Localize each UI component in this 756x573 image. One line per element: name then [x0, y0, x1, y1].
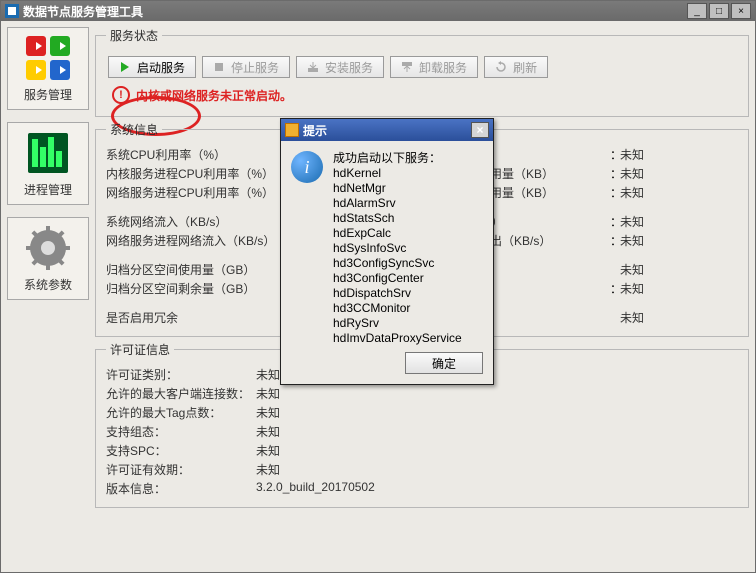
service-status-legend: 服务状态	[106, 27, 162, 44]
service-list: hdKernelhdNetMgrhdAlarmSrvhdStatsSchhdEx…	[333, 166, 462, 346]
system-info-legend: 系统信息	[106, 121, 162, 138]
service-item: hdDispatchSrv	[333, 286, 462, 301]
install-icon	[307, 61, 319, 73]
refresh-icon	[495, 61, 507, 73]
dialog-icon	[285, 123, 299, 137]
service-item: hd3ConfigSyncSvc	[333, 256, 462, 271]
window-title: 数据节点服务管理工具	[23, 3, 687, 20]
service-status-group: 服务状态 启动服务 停止服务 安装服务	[95, 27, 749, 117]
sidebar-item-label: 系统参数	[24, 276, 72, 293]
dialog-footer: 确定	[281, 352, 493, 384]
dialog-titlebar: 提示 ×	[281, 119, 493, 141]
sidebar-item-label: 服务管理	[24, 86, 72, 103]
titlebar: 数据节点服务管理工具 _ □ ×	[1, 1, 755, 21]
service-item: hdKernel	[333, 166, 462, 181]
service-item: hdAlarmSrv	[333, 196, 462, 211]
uninstall-service-button[interactable]: 卸载服务	[390, 56, 478, 78]
uninstall-icon	[401, 61, 413, 73]
license-grid: 许可证类别：未知 允许的最大客户端连接数：未知 允许的最大Tag点数：未知 支持…	[106, 366, 738, 497]
play-icon	[119, 61, 131, 73]
service-item: hd3CCMonitor	[333, 301, 462, 316]
service-item: hdImvDataProxyService	[333, 331, 462, 346]
start-service-button[interactable]: 启动服务	[108, 56, 196, 78]
dialog: 提示 × i 成功启动以下服务： hdKernelhdNetMgrhdAlarm…	[280, 118, 494, 385]
service-item: hdStatsSch	[333, 211, 462, 226]
service-item: hdSysInfoSvc	[333, 241, 462, 256]
sidebar-item-process-mgmt[interactable]: 进程管理	[7, 122, 89, 205]
error-icon: !	[112, 86, 130, 104]
app-icon	[5, 4, 19, 18]
process-icon	[24, 129, 72, 177]
maximize-button[interactable]: □	[709, 3, 729, 19]
error-message: ! 内核或网络服务未正常启动。	[112, 86, 738, 104]
sidebar-item-service-mgmt[interactable]: 服务管理	[7, 27, 89, 110]
window-controls: _ □ ×	[687, 3, 751, 19]
recycle-icon	[24, 34, 72, 82]
info-icon: i	[291, 151, 323, 183]
dialog-body: i 成功启动以下服务： hdKernelhdNetMgrhdAlarmSrvhd…	[281, 141, 493, 352]
stop-service-button[interactable]: 停止服务	[202, 56, 290, 78]
close-button[interactable]: ×	[731, 3, 751, 19]
license-info-legend: 许可证信息	[106, 341, 174, 358]
minimize-button[interactable]: _	[687, 3, 707, 19]
sidebar-item-label: 进程管理	[24, 181, 72, 198]
stop-icon	[213, 61, 225, 73]
dialog-close-button[interactable]: ×	[471, 122, 489, 138]
dialog-message: 成功启动以下服务： hdKernelhdNetMgrhdAlarmSrvhdSt…	[333, 151, 462, 346]
install-service-button[interactable]: 安装服务	[296, 56, 384, 78]
service-item: hdNetMgr	[333, 181, 462, 196]
service-item: hdExpCalc	[333, 226, 462, 241]
gear-icon	[24, 224, 72, 272]
sidebar-item-system-params[interactable]: 系统参数	[7, 217, 89, 300]
dialog-title: 提示	[303, 122, 471, 139]
refresh-button[interactable]: 刷新	[484, 56, 548, 78]
toolbar: 启动服务 停止服务 安装服务 卸载服务	[108, 56, 736, 78]
service-item: hdRySrv	[333, 316, 462, 331]
service-item: hd3ConfigCenter	[333, 271, 462, 286]
ok-button[interactable]: 确定	[405, 352, 483, 374]
sidebar: 服务管理 进程管理 系统参数	[7, 27, 89, 566]
